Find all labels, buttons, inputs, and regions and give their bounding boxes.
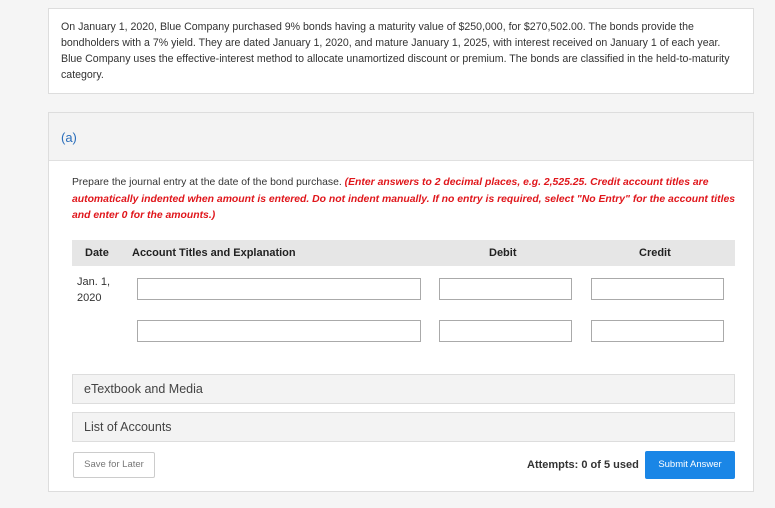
etextbook-accordion[interactable]: eTextbook and Media bbox=[72, 374, 735, 404]
part-label: (a) bbox=[61, 130, 77, 145]
header-date: Date bbox=[85, 247, 109, 259]
row-2-debit-input[interactable] bbox=[439, 320, 572, 342]
problem-statement: On January 1, 2020, Blue Company purchas… bbox=[48, 8, 754, 94]
row-1-debit-input[interactable] bbox=[439, 278, 572, 300]
row-2-credit-input[interactable] bbox=[591, 320, 724, 342]
part-a-card: (a) Prepare the journal entry at the dat… bbox=[48, 112, 754, 492]
header-credit: Credit bbox=[639, 247, 671, 259]
instruction-text: Prepare the journal entry at the date of… bbox=[72, 177, 345, 188]
row-1-credit-input[interactable] bbox=[591, 278, 724, 300]
header-debit: Debit bbox=[489, 247, 517, 259]
journal-table-header: Date Account Titles and Explanation Debi… bbox=[72, 240, 735, 266]
save-for-later-button[interactable]: Save for Later bbox=[73, 452, 155, 478]
row-2-account-input[interactable] bbox=[137, 320, 421, 342]
attempts-counter: Attempts: 0 of 5 used bbox=[527, 459, 639, 471]
submit-answer-button[interactable]: Submit Answer bbox=[645, 451, 735, 479]
instructions: Prepare the journal entry at the date of… bbox=[72, 175, 742, 225]
row-1-account-input[interactable] bbox=[137, 278, 421, 300]
header-account: Account Titles and Explanation bbox=[132, 247, 296, 259]
part-header: (a) bbox=[49, 113, 753, 161]
row-1-date: Jan. 1, 2020 bbox=[77, 276, 111, 304]
list-of-accounts-accordion[interactable]: List of Accounts bbox=[72, 412, 735, 442]
